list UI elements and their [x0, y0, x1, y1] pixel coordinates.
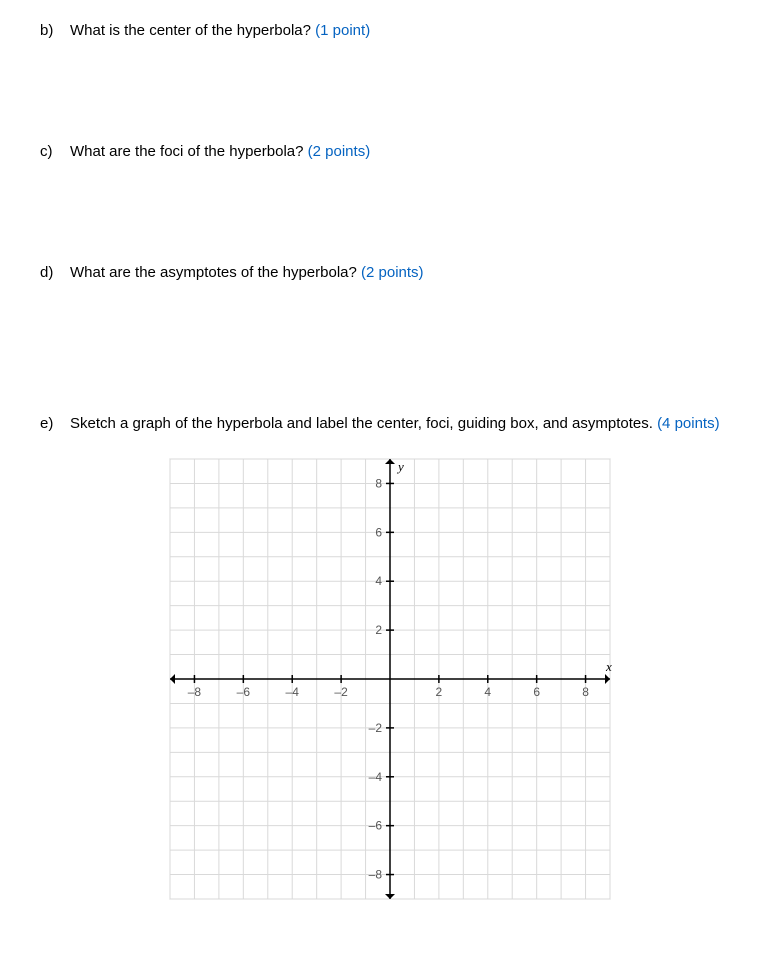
coordinate-grid-chart: –8 –6 –4 –2 2 4 6 8 –8 –6 –4 –2 2 4 6 8 x y: [160, 449, 722, 909]
question-text: What are the foci of the hyperbola?: [70, 143, 303, 160]
svg-text:y: y: [396, 459, 404, 474]
svg-text:–6: –6: [237, 685, 251, 699]
question-text: Sketch a graph of the hyperbola and labe…: [70, 415, 653, 432]
question-letter: c): [40, 141, 70, 162]
question-text: What is the center of the hyperbola?: [70, 22, 311, 39]
svg-text:x: x: [605, 659, 612, 674]
svg-text:–4: –4: [369, 770, 383, 784]
question-letter: e): [40, 413, 70, 434]
question-body: What is the center of the hyperbola? (1 …: [70, 20, 722, 41]
grid-svg: –8 –6 –4 –2 2 4 6 8 –8 –6 –4 –2 2 4 6 8 x y: [160, 449, 620, 909]
question-body: What are the asymptotes of the hyperbola…: [70, 262, 722, 283]
question-e: e) Sketch a graph of the hyperbola and l…: [40, 413, 722, 434]
svg-text:4: 4: [484, 685, 491, 699]
question-d: d) What are the asymptotes of the hyperb…: [40, 262, 722, 283]
svg-text:–8: –8: [369, 868, 383, 882]
question-text: What are the asymptotes of the hyperbola…: [70, 264, 357, 281]
svg-text:–8: –8: [188, 685, 202, 699]
svg-text:–2: –2: [369, 721, 383, 735]
question-b: b) What is the center of the hyperbola? …: [40, 20, 722, 41]
question-letter: b): [40, 20, 70, 41]
svg-text:6: 6: [375, 525, 382, 539]
svg-text:–2: –2: [334, 685, 348, 699]
question-points: (1 point): [315, 22, 370, 39]
svg-text:4: 4: [375, 574, 382, 588]
svg-text:8: 8: [582, 685, 589, 699]
svg-text:2: 2: [436, 685, 443, 699]
question-points: (2 points): [308, 143, 371, 160]
question-letter: d): [40, 262, 70, 283]
question-body: Sketch a graph of the hyperbola and labe…: [70, 413, 722, 434]
svg-text:6: 6: [533, 685, 540, 699]
question-body: What are the foci of the hyperbola? (2 p…: [70, 141, 722, 162]
question-points: (2 points): [361, 264, 424, 281]
question-c: c) What are the foci of the hyperbola? (…: [40, 141, 722, 162]
svg-text:8: 8: [375, 476, 382, 490]
question-points: (4 points): [657, 415, 720, 432]
svg-text:–4: –4: [286, 685, 300, 699]
svg-text:–6: –6: [369, 819, 383, 833]
svg-text:2: 2: [375, 623, 382, 637]
